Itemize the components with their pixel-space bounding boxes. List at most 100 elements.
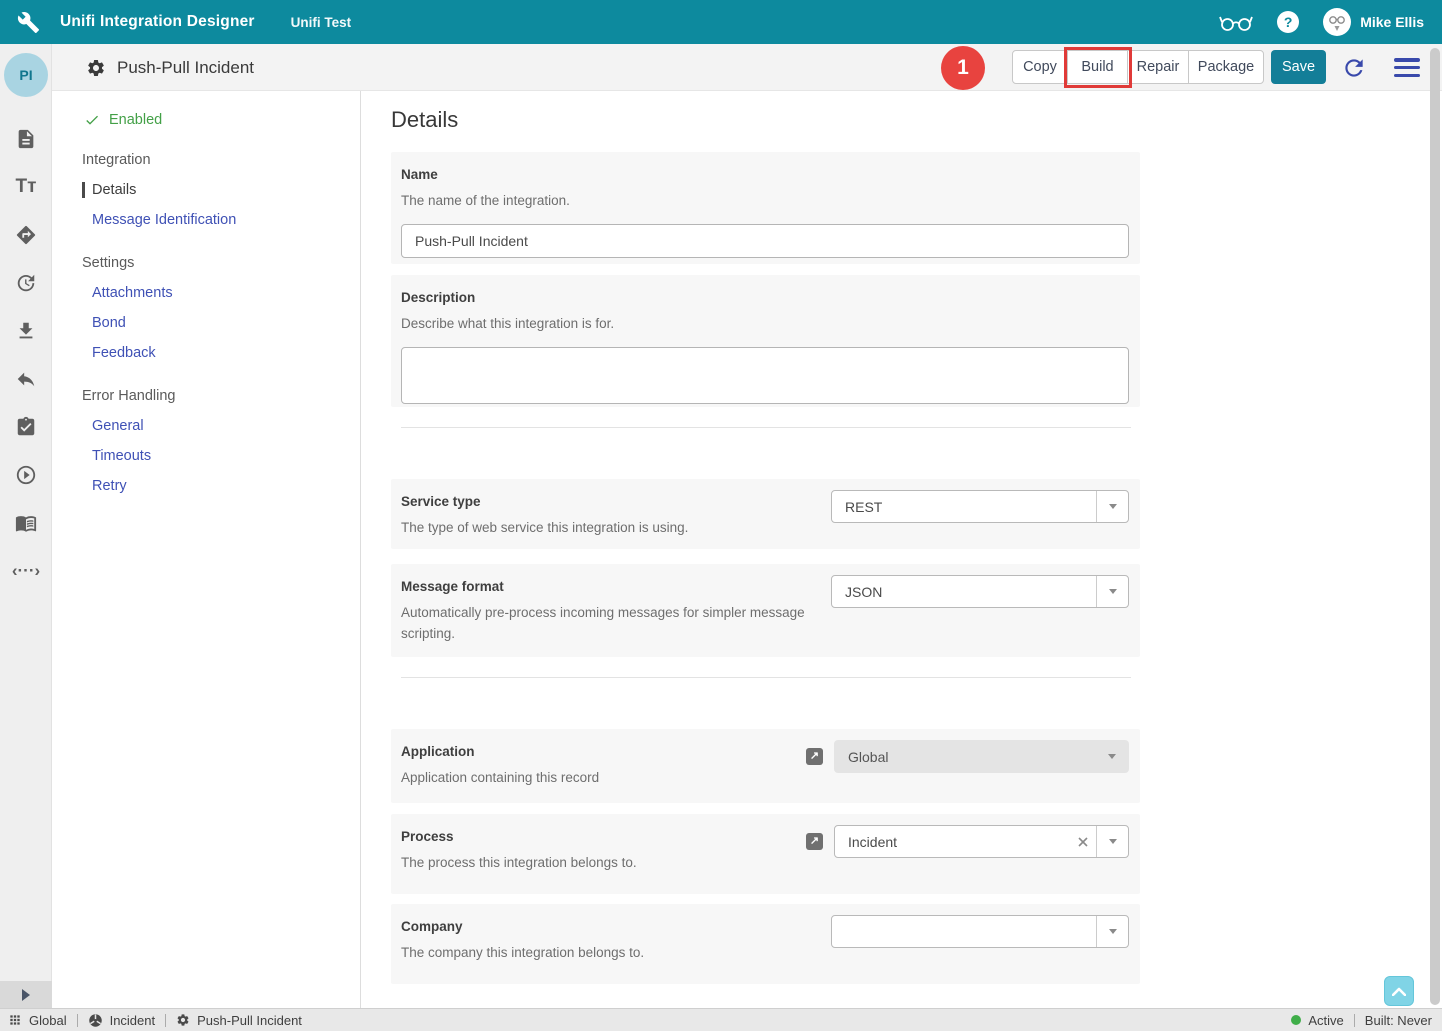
nav-section-integration: Integration [82,145,360,175]
section-divider [401,677,1131,678]
active-status-label: Active [1308,1013,1343,1028]
preview-glasses-icon[interactable] [1219,11,1253,33]
package-button[interactable]: Package [1188,50,1264,84]
reply-icon[interactable] [0,355,52,403]
separator [1354,1014,1355,1027]
name-label: Name [401,167,1129,182]
nav-item-timeouts[interactable]: Timeouts [82,448,151,464]
history-icon[interactable] [0,259,52,307]
message-format-value: JSON [832,576,1096,607]
documentation-icon[interactable] [0,499,52,547]
record-gear-icon [86,58,106,78]
help-icon[interactable]: ? [1277,11,1299,33]
field-message-format: Message format Automatically pre-process… [391,564,1140,657]
field-application: Application Application containing this … [391,729,1140,803]
breadcrumb-scope[interactable]: Global [29,1013,67,1028]
breadcrumb-process[interactable]: Incident [110,1013,156,1028]
message-format-help: Automatically pre-process incoming messa… [401,603,817,645]
company-help: The company this integration belongs to. [401,943,817,964]
service-type-label: Service type [401,494,817,509]
built-status-label: Built: Never [1365,1013,1432,1028]
record-action-group: Copy Build Repair Package [1012,50,1264,84]
scroll-to-top-button[interactable] [1384,976,1414,1006]
nav-section-settings: Settings [82,248,360,278]
service-type-select[interactable]: REST [831,490,1129,523]
code-icon[interactable]: ‹···› [0,547,52,595]
company-dropdown-button[interactable] [1096,916,1128,947]
service-type-help: The type of web service this integration… [401,518,817,539]
open-record-icon[interactable]: ↗ [806,833,823,850]
breadcrumb-record[interactable]: Push-Pull Incident [197,1013,302,1028]
process-wheel-icon [88,1013,103,1028]
chevron-down-icon [1108,754,1116,759]
repair-button[interactable]: Repair [1127,50,1189,84]
save-button[interactable]: Save [1271,50,1326,84]
record-toolbar: Push-Pull Incident 1 Copy Build Repair P… [52,44,1442,91]
document-icon[interactable] [0,115,52,163]
user-avatar [1323,8,1351,36]
application-dropdown-button [1096,741,1128,772]
separator [77,1014,78,1027]
app-title: Unifi Integration Designer [60,13,255,31]
field-description: Description Describe what this integrati… [391,275,1140,407]
nav-item-bond[interactable]: Bond [82,315,126,331]
nav-item-general[interactable]: General [82,418,144,434]
application-label: Application [401,744,792,759]
download-icon[interactable] [0,307,52,355]
nav-item-retry[interactable]: Retry [82,478,127,494]
page-title: Details [391,107,1442,133]
tasks-icon[interactable] [0,403,52,451]
company-select[interactable] [831,915,1129,948]
service-type-dropdown-button[interactable] [1096,491,1128,522]
field-process: Process The process this integration bel… [391,814,1140,894]
field-company: Company The company this integration bel… [391,904,1140,984]
user-menu[interactable]: Mike Ellis [1323,8,1424,36]
nav-item-message-identification[interactable]: Message Identification [82,212,236,228]
process-select[interactable]: Incident [834,825,1129,858]
unifi-integration-designer-window: Unifi Integration Designer Unifi Test ? … [0,0,1442,1031]
process-dropdown-button[interactable] [1096,826,1128,857]
record-title: Push-Pull Incident [117,58,254,78]
nav-item-attachments[interactable]: Attachments [82,285,173,301]
message-format-label: Message format [401,579,817,594]
directions-icon[interactable] [0,211,52,259]
user-name: Mike Ellis [1360,14,1424,30]
wrench-icon [17,11,40,34]
annotation-badge: 1 [941,46,985,90]
expand-arrow-icon [22,989,30,1001]
run-icon[interactable] [0,451,52,499]
description-textarea[interactable] [401,347,1129,404]
process-help: The process this integration belongs to. [401,853,792,874]
clear-icon[interactable] [1070,826,1096,857]
enabled-status[interactable]: Enabled [84,105,360,135]
field-service-type: Service type The type of web service thi… [391,479,1140,549]
copy-button[interactable]: Copy [1012,50,1068,84]
build-button[interactable]: Build [1067,50,1128,84]
chevron-down-icon [1109,504,1117,509]
nav-item-feedback[interactable]: Feedback [82,345,156,361]
name-input[interactable] [401,224,1129,258]
section-divider [401,427,1131,428]
description-label: Description [401,290,1129,305]
sidebar-expand-button[interactable] [0,981,52,1008]
nav-item-details[interactable]: Details [82,182,136,198]
top-header-bar: Unifi Integration Designer Unifi Test ? … [0,0,1442,44]
active-status-icon [1291,1015,1301,1025]
field-name: Name The name of the integration. [391,152,1140,264]
environment-label: Unifi Test [291,15,352,30]
chevron-down-icon [1109,589,1117,594]
check-icon [84,112,100,128]
open-record-icon[interactable]: ↗ [806,748,823,765]
record-nav-panel: Enabled Integration Details Message Iden… [52,91,361,1008]
separator [165,1014,166,1027]
text-fields-icon[interactable]: Tᴛ [0,163,52,211]
scrollbar[interactable] [1430,48,1440,1005]
message-format-select[interactable]: JSON [831,575,1129,608]
description-help: Describe what this integration is for. [401,314,1129,335]
message-format-dropdown-button[interactable] [1096,576,1128,607]
menu-icon[interactable] [1394,58,1420,77]
refresh-icon[interactable] [1340,54,1368,82]
record-avatar[interactable]: PI [4,53,48,97]
enabled-label: Enabled [109,112,162,128]
company-value [832,916,1096,947]
